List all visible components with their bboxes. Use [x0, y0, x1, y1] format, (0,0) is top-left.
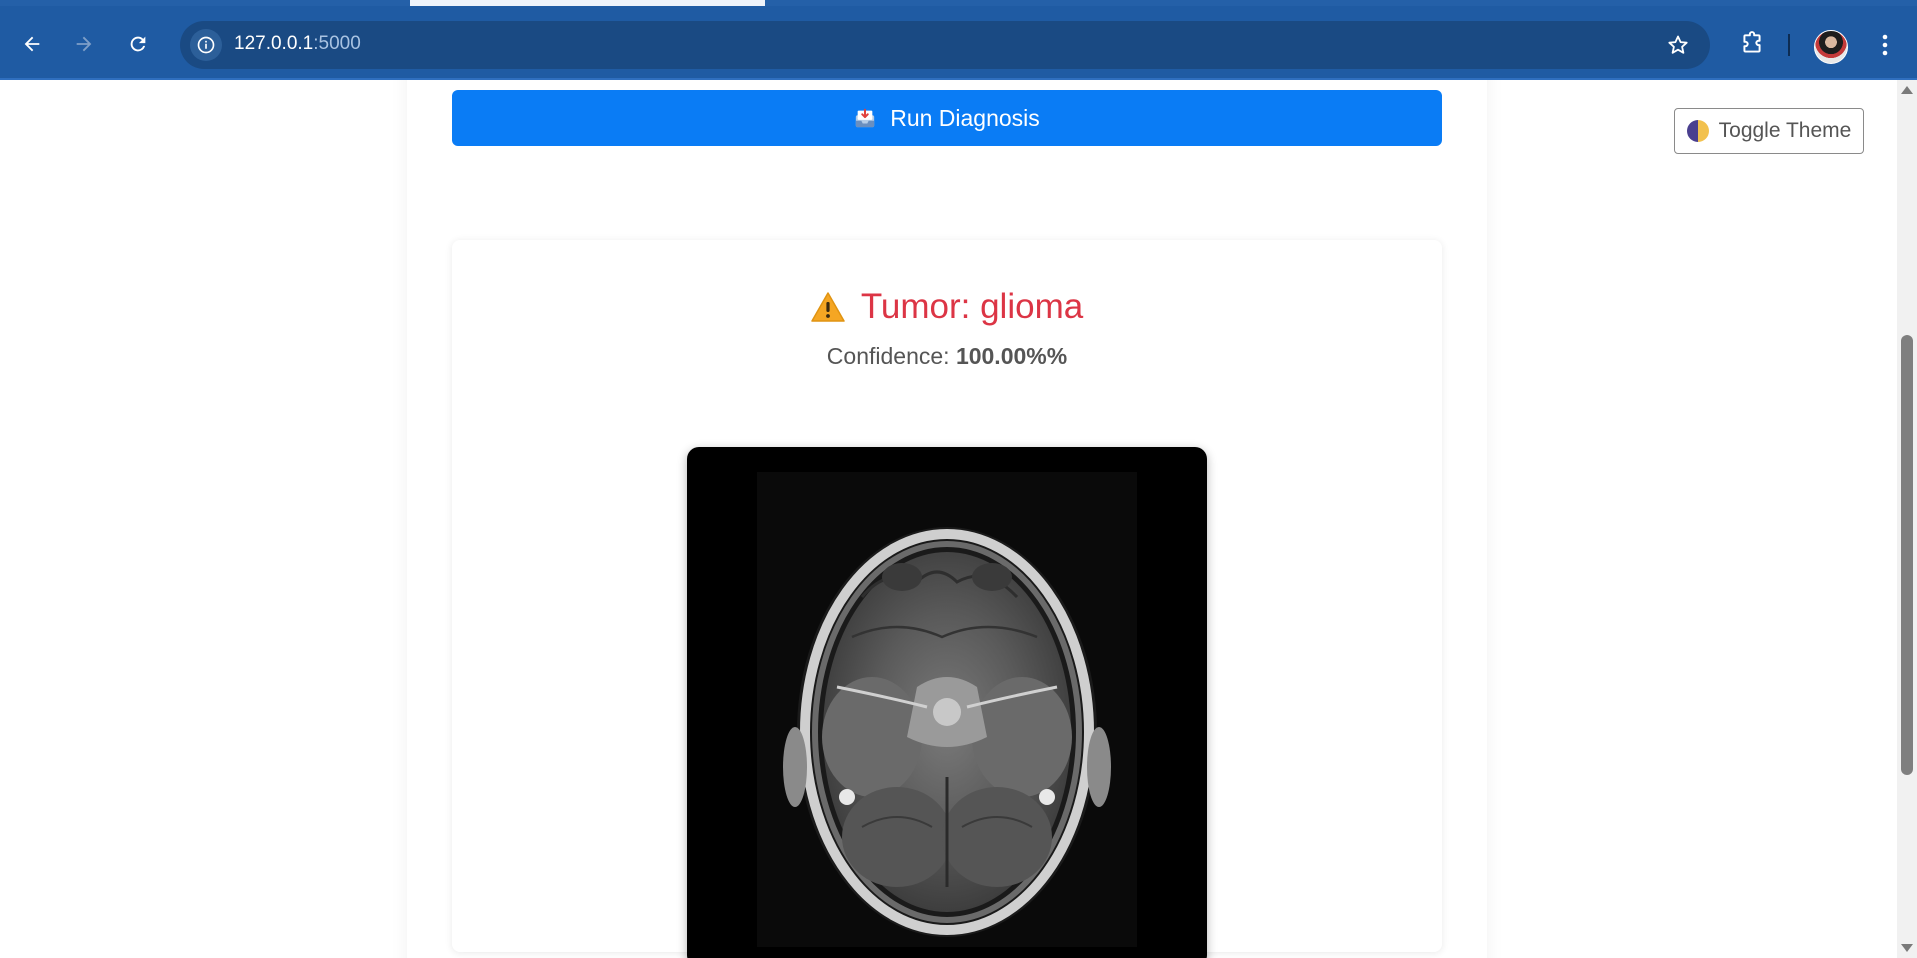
- reload-icon: [130, 36, 146, 52]
- brain-scan-graphic: [757, 472, 1137, 947]
- half-moon-icon: [1686, 120, 1709, 142]
- result-card: Tumor: glioma Confidence: 100.00%%: [452, 240, 1442, 958]
- url-text: 127.0.0.1:5000: [234, 33, 361, 55]
- scroll-down-arrow-icon[interactable]: [1901, 944, 1913, 952]
- extensions-button[interactable]: [1735, 27, 1769, 61]
- toolbar-divider: [1788, 34, 1790, 56]
- warning-icon: [811, 292, 845, 322]
- confidence-label: Confidence:: [826, 343, 956, 369]
- avatar[interactable]: [1814, 30, 1848, 64]
- browser-menu-button[interactable]: [1870, 28, 1900, 62]
- page-viewport: Run Diagnosis Tumor: glioma Confidence: …: [0, 80, 1897, 958]
- page-scrollbar[interactable]: [1897, 80, 1917, 958]
- result-title: Tumor: glioma: [452, 285, 1442, 329]
- browser-toolbar: 127.0.0.1:5000: [0, 6, 1917, 80]
- url-port: :5000: [313, 33, 361, 54]
- main-container: Run Diagnosis Tumor: glioma Confidence: …: [407, 80, 1487, 958]
- url-host: 127.0.0.1: [234, 33, 314, 54]
- forward-button[interactable]: [66, 26, 102, 62]
- star-icon: [1668, 35, 1688, 54]
- mri-image: [687, 447, 1207, 958]
- back-button[interactable]: [14, 26, 50, 62]
- confidence-text: Confidence: 100.00%%: [452, 343, 1442, 370]
- scrollbar-thumb[interactable]: [1901, 335, 1913, 775]
- diagnosis-title: Tumor: glioma: [860, 287, 1084, 326]
- toggle-theme-button[interactable]: Toggle Theme: [1674, 108, 1864, 154]
- site-info-button[interactable]: [190, 29, 222, 61]
- arrow-right-icon: [76, 36, 92, 52]
- run-diagnosis-button[interactable]: Run Diagnosis: [452, 90, 1442, 146]
- puzzle-icon: [1743, 31, 1761, 53]
- arrow-left-icon: [24, 36, 40, 52]
- confidence-value: 100.00%%: [955, 343, 1068, 369]
- scroll-up-arrow-icon[interactable]: [1901, 86, 1913, 94]
- info-icon: [197, 36, 215, 54]
- inbox-tray-icon: [856, 108, 875, 128]
- reload-button[interactable]: [120, 26, 156, 62]
- bookmark-button[interactable]: [1664, 31, 1692, 59]
- address-bar[interactable]: 127.0.0.1:5000: [180, 21, 1710, 69]
- toggle-theme-label: Toggle Theme: [1718, 119, 1852, 142]
- kebab-menu-icon: [1882, 34, 1888, 56]
- run-diagnosis-label: Run Diagnosis: [890, 104, 1040, 131]
